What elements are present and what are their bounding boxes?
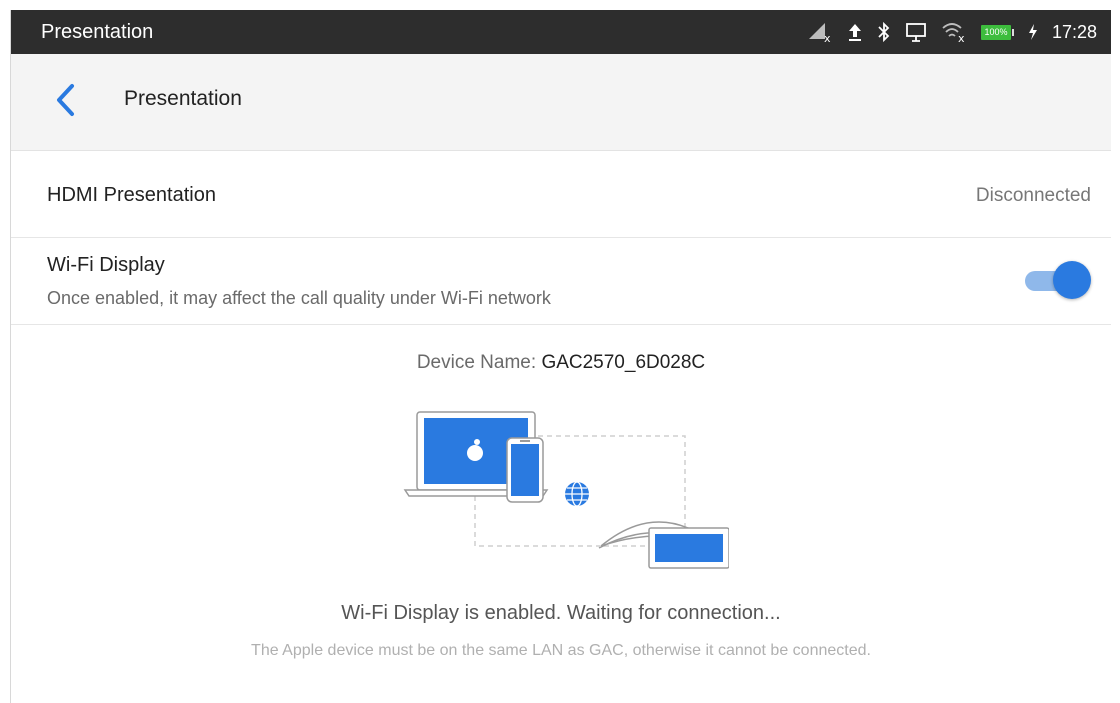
wifi-display-label: Wi-Fi Display	[47, 254, 165, 276]
network-off-icon: x	[807, 21, 833, 43]
app-window: Presentation x x 100% 17:28 Presentation…	[10, 10, 1111, 703]
wifi-off-icon: x	[941, 21, 967, 43]
connection-status: Wi-Fi Display is enabled. Waiting for co…	[341, 602, 781, 624]
bluetooth-icon	[877, 21, 891, 43]
screen-cast-icon	[905, 22, 927, 42]
wifi-display-toggle[interactable]	[1023, 260, 1091, 300]
toolbar: Presentation	[11, 54, 1111, 151]
upload-icon	[847, 22, 863, 42]
status-bar-title: Presentation	[41, 21, 154, 43]
back-button[interactable]	[45, 82, 85, 122]
status-bar: Presentation x x 100% 17:28	[11, 10, 1111, 54]
globe-icon	[565, 481, 589, 507]
connection-note: The Apple device must be on the same LAN…	[251, 642, 871, 659]
hdmi-status: Disconnected	[975, 185, 1091, 206]
status-time: 17:28	[1051, 21, 1097, 42]
conference-device-icon	[598, 521, 730, 569]
hdmi-presentation-label: HDMI Presentation	[47, 184, 216, 206]
wifi-display-row[interactable]: Wi-Fi Display Once enabled, it may affec…	[11, 238, 1111, 325]
wifi-display-illustration	[389, 398, 730, 578]
svg-text:x: x	[958, 32, 965, 43]
toggle-thumb	[1053, 261, 1091, 299]
device-name: Device Name: GAC2570_6D028C	[11, 352, 1111, 374]
device-name-value: GAC2570_6D028C	[541, 352, 706, 373]
battery-icon: 100%	[980, 24, 1014, 40]
device-name-label: Device Name:	[416, 352, 542, 373]
battery-percent: 100%	[980, 24, 1011, 40]
svg-text:x: x	[824, 32, 831, 43]
status-icons: x x 100% 17:28	[807, 10, 1097, 54]
page-title: Presentation	[124, 87, 242, 110]
chevron-left-icon	[54, 83, 76, 122]
phone-icon	[506, 437, 544, 503]
hdmi-presentation-row[interactable]: HDMI Presentation Disconnected	[11, 151, 1111, 238]
wifi-display-description: Once enabled, it may affect the call qua…	[47, 288, 551, 308]
charging-icon	[1028, 23, 1038, 41]
